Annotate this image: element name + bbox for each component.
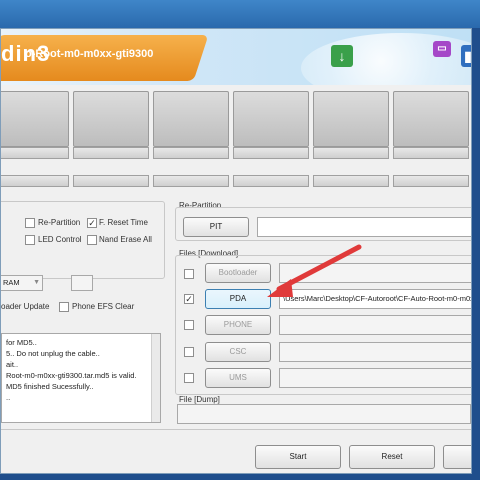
odin-window: din3 o-Root-m0-m0xx-gti9300 ↓ ▭ ▮ Re-Par… [0,28,472,474]
window-titlebar [0,0,480,28]
annotation-arrow [267,244,362,297]
